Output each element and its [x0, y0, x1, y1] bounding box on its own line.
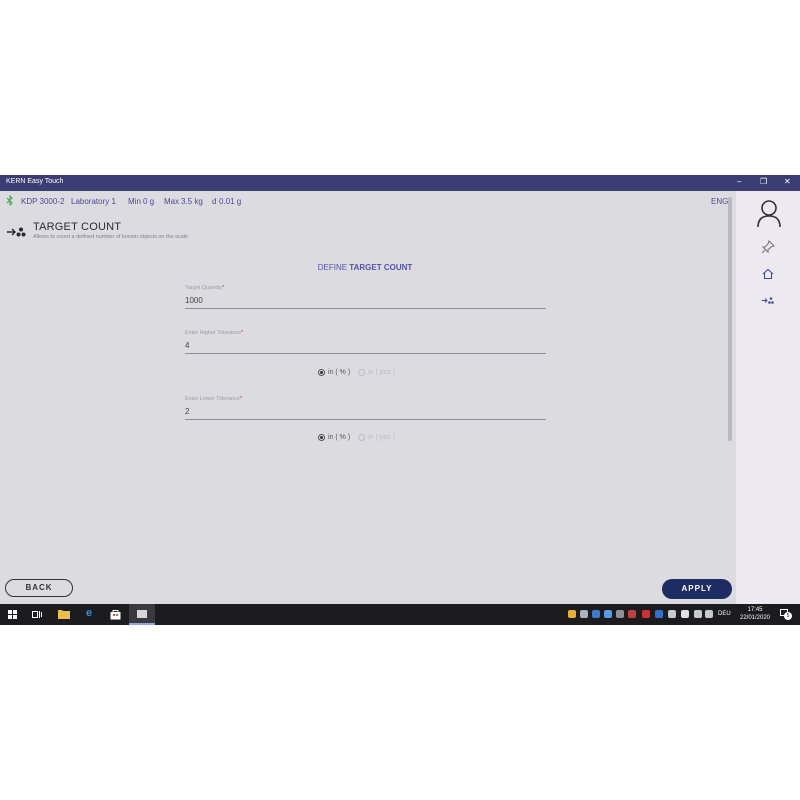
side-nav	[736, 191, 800, 604]
tray-usb-icon[interactable]	[668, 610, 676, 618]
tray-device-icon[interactable]	[580, 610, 588, 618]
max-value: 3.5 kg	[181, 197, 203, 206]
tray-antivirus-icon[interactable]	[642, 610, 650, 618]
tray-network-icon[interactable]	[604, 610, 612, 618]
field-label: Enter Higher Tolerance*	[185, 330, 244, 336]
window-title: KERN Easy Touch	[6, 178, 64, 185]
tray-app-icon[interactable]	[592, 610, 600, 618]
minimize-icon[interactable]: –	[737, 177, 741, 186]
d-value: 0.01 g	[219, 197, 242, 206]
device-status-bar: KDP 3000-2 Laboratory 1 Min 0 g Max 3.5 …	[0, 194, 736, 208]
page-title: TARGET COUNT	[33, 221, 122, 233]
language-indicator[interactable]: ENG	[711, 197, 728, 206]
bluetooth-tray-icon[interactable]	[655, 610, 663, 618]
section-heading-prefix: DEFINE	[317, 263, 348, 272]
target-quantity-field: Target Quantity* 1000	[185, 285, 546, 309]
notification-count-badge: 5	[784, 612, 792, 620]
location-name: Laboratory 1	[71, 197, 116, 206]
higher-tolerance-input[interactable]: 4	[185, 338, 546, 354]
section-heading-strong: TARGET COUNT	[349, 263, 413, 272]
lower-percent-radio[interactable]: in ( % )	[318, 434, 350, 441]
back-button[interactable]: BACK	[5, 579, 73, 597]
higher-tolerance-field: Enter Higher Tolerance* 4	[185, 330, 546, 354]
active-app-tab[interactable]	[129, 604, 155, 625]
lower-tolerance-input[interactable]: 2	[185, 404, 546, 420]
edge-browser-icon[interactable]: e	[86, 607, 92, 619]
device-name: KDP 3000-2	[21, 197, 65, 206]
higher-tolerance-unit-group: in ( % ) in ( pcs )	[318, 369, 401, 377]
max-label: Max	[164, 197, 180, 206]
tray-display-icon[interactable]	[681, 610, 689, 618]
higher-percent-radio[interactable]: in ( % )	[318, 369, 350, 376]
volume-icon[interactable]	[705, 610, 713, 618]
title-bar: KERN Easy Touch – ❐ ✕	[0, 175, 800, 191]
system-clock[interactable]: 17:45 22/01/2020	[734, 606, 776, 622]
target-count-nav-icon[interactable]	[761, 296, 775, 305]
lower-tolerance-unit-group: in ( % ) in ( pcs )	[318, 434, 401, 442]
file-explorer-icon[interactable]	[58, 609, 70, 619]
scrollbar[interactable]	[728, 197, 732, 441]
store-icon[interactable]	[110, 609, 121, 620]
input-language[interactable]: DEU	[718, 611, 731, 617]
kern-app-icon	[137, 610, 147, 618]
bluetooth-icon	[6, 195, 13, 206]
section-heading: DEFINE TARGET COUNT	[0, 263, 730, 272]
lower-pcs-radio[interactable]: in ( pcs )	[358, 434, 395, 441]
pin-icon[interactable]	[760, 239, 776, 255]
notification-center-icon[interactable]: 5	[780, 609, 792, 620]
clock-time: 17:45	[747, 607, 763, 613]
radio-selected-icon	[318, 434, 325, 441]
home-icon[interactable]	[762, 268, 774, 280]
wifi-icon[interactable]	[694, 610, 702, 618]
page-subtitle: Allows to count a defined number of know…	[33, 234, 189, 240]
lower-tolerance-field: Enter Lower Tolerance* 2	[185, 396, 546, 420]
app-window: KERN Easy Touch – ❐ ✕ KDP 3000-2 Laborat…	[0, 175, 800, 625]
higher-pcs-radio[interactable]: in ( pcs )	[358, 369, 395, 376]
min-value: 0 g	[143, 197, 155, 206]
min-label: Min	[128, 197, 141, 206]
radio-selected-icon	[318, 369, 325, 376]
windows-taskbar: e DEU 17:45 22/01/2020 5	[0, 604, 800, 625]
user-icon[interactable]	[756, 198, 782, 228]
field-label: Target Quantity*	[185, 285, 225, 291]
maximize-icon[interactable]: ❐	[760, 177, 767, 186]
target-count-icon	[7, 227, 26, 237]
radio-unselected-icon	[358, 434, 366, 441]
field-label: Enter Lower Tolerance*	[185, 396, 243, 402]
clock-date: 22/01/2020	[739, 615, 771, 621]
windows-start-icon[interactable]	[8, 610, 17, 619]
close-icon[interactable]: ✕	[784, 177, 791, 186]
target-quantity-input[interactable]: 1000	[185, 293, 546, 309]
tray-cloud-icon[interactable]	[616, 610, 624, 618]
task-view-icon[interactable]	[32, 610, 42, 619]
apply-button[interactable]: APPLY	[662, 579, 732, 599]
radio-unselected-icon	[358, 369, 366, 376]
d-label: d	[212, 197, 217, 206]
tray-pen-icon[interactable]	[628, 610, 636, 618]
tray-shield-icon[interactable]	[568, 610, 576, 618]
